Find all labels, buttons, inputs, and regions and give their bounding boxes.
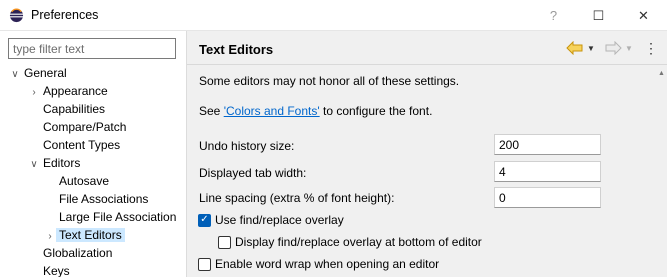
maximize-icon: ☐ xyxy=(592,7,605,23)
maximize-button[interactable]: ☐ xyxy=(576,0,621,31)
dropdown-arrow-icon: ▼ xyxy=(587,43,595,53)
title-bar: Preferences ? ☐ ✕ xyxy=(0,0,667,31)
checkmark-icon[interactable]: ✓ xyxy=(198,213,211,227)
tree-item-text-editors[interactable]: › Text Editors xyxy=(44,226,125,244)
close-icon: ✕ xyxy=(638,7,649,23)
dropdown-arrow-icon: ▼ xyxy=(625,43,633,53)
vertical-scrollbar[interactable] xyxy=(654,66,667,277)
close-button[interactable]: ✕ xyxy=(621,0,666,31)
tree-item-content-types[interactable]: Content Types xyxy=(40,136,123,154)
page-header: Text Editors ▼ ▼ ⋮ xyxy=(187,31,667,65)
checkbox-box[interactable] xyxy=(218,235,231,249)
chevron-down-icon[interactable]: ∨ xyxy=(9,66,21,84)
tree-item-globalization[interactable]: Globalization xyxy=(40,244,115,262)
chevron-down-icon[interactable]: ∨ xyxy=(28,156,40,174)
scroll-up-icon[interactable]: ▲ xyxy=(658,70,665,77)
forward-dropdown-button[interactable]: ▼ xyxy=(625,41,633,55)
tree-item-file-associations[interactable]: File Associations xyxy=(56,190,151,208)
back-dropdown-button[interactable]: ▼ xyxy=(587,41,595,55)
tree-item-autosave[interactable]: Autosave xyxy=(56,172,112,190)
find-replace-overlay-checkbox[interactable]: ✓ Use find/replace overlay xyxy=(198,213,344,227)
forward-button[interactable] xyxy=(604,41,622,55)
chevron-right-icon[interactable]: › xyxy=(28,84,40,102)
tree-item-appearance[interactable]: › Appearance xyxy=(28,82,111,100)
page-title: Text Editors xyxy=(199,42,274,57)
checkbox-box[interactable] xyxy=(198,257,211,271)
colors-fonts-hint: See 'Colors and Fonts' to configure the … xyxy=(199,104,433,118)
line-spacing-label: Line spacing (extra % of font height): xyxy=(199,191,395,205)
tree-item-capabilities[interactable]: Capabilities xyxy=(40,100,108,118)
help-icon: ? xyxy=(549,8,558,23)
tree-item-compare-patch[interactable]: Compare/Patch xyxy=(40,118,129,136)
colors-and-fonts-link[interactable]: 'Colors and Fonts' xyxy=(224,104,320,118)
kebab-menu-icon: ⋮ xyxy=(644,39,658,56)
eclipse-logo-icon xyxy=(9,8,24,23)
info-text: Some editors may not honor all of these … xyxy=(199,74,460,88)
word-wrap-checkbox[interactable]: Enable word wrap when opening an editor xyxy=(198,257,439,271)
undo-history-label: Undo history size: xyxy=(199,139,295,153)
line-spacing-input[interactable] xyxy=(494,187,601,208)
window-title: Preferences xyxy=(31,8,99,22)
tab-width-input[interactable] xyxy=(494,161,601,182)
back-arrow-icon xyxy=(566,41,583,55)
tree-item-keys[interactable]: Keys xyxy=(40,262,73,277)
overlay-bottom-checkbox[interactable]: Display find/replace overlay at bottom o… xyxy=(218,235,482,249)
tree-item-editors[interactable]: ∨ Editors xyxy=(28,154,83,172)
tab-width-label: Displayed tab width: xyxy=(199,166,307,180)
tree-item-large-file-association[interactable]: Large File Association xyxy=(56,208,179,226)
help-button[interactable]: ? xyxy=(531,0,576,31)
forward-arrow-icon xyxy=(605,41,622,55)
preferences-tree-pane: ∨General ›Appearance Capabilities Compar… xyxy=(0,31,186,277)
view-menu-button[interactable]: ⋮ xyxy=(644,39,658,56)
preference-page: Text Editors ▼ ▼ ⋮ Some editors may not … xyxy=(187,31,667,277)
undo-history-input[interactable] xyxy=(494,134,601,155)
filter-input[interactable] xyxy=(8,38,176,59)
back-button[interactable] xyxy=(566,41,584,55)
tree-item-general[interactable]: ∨ General xyxy=(9,64,70,82)
